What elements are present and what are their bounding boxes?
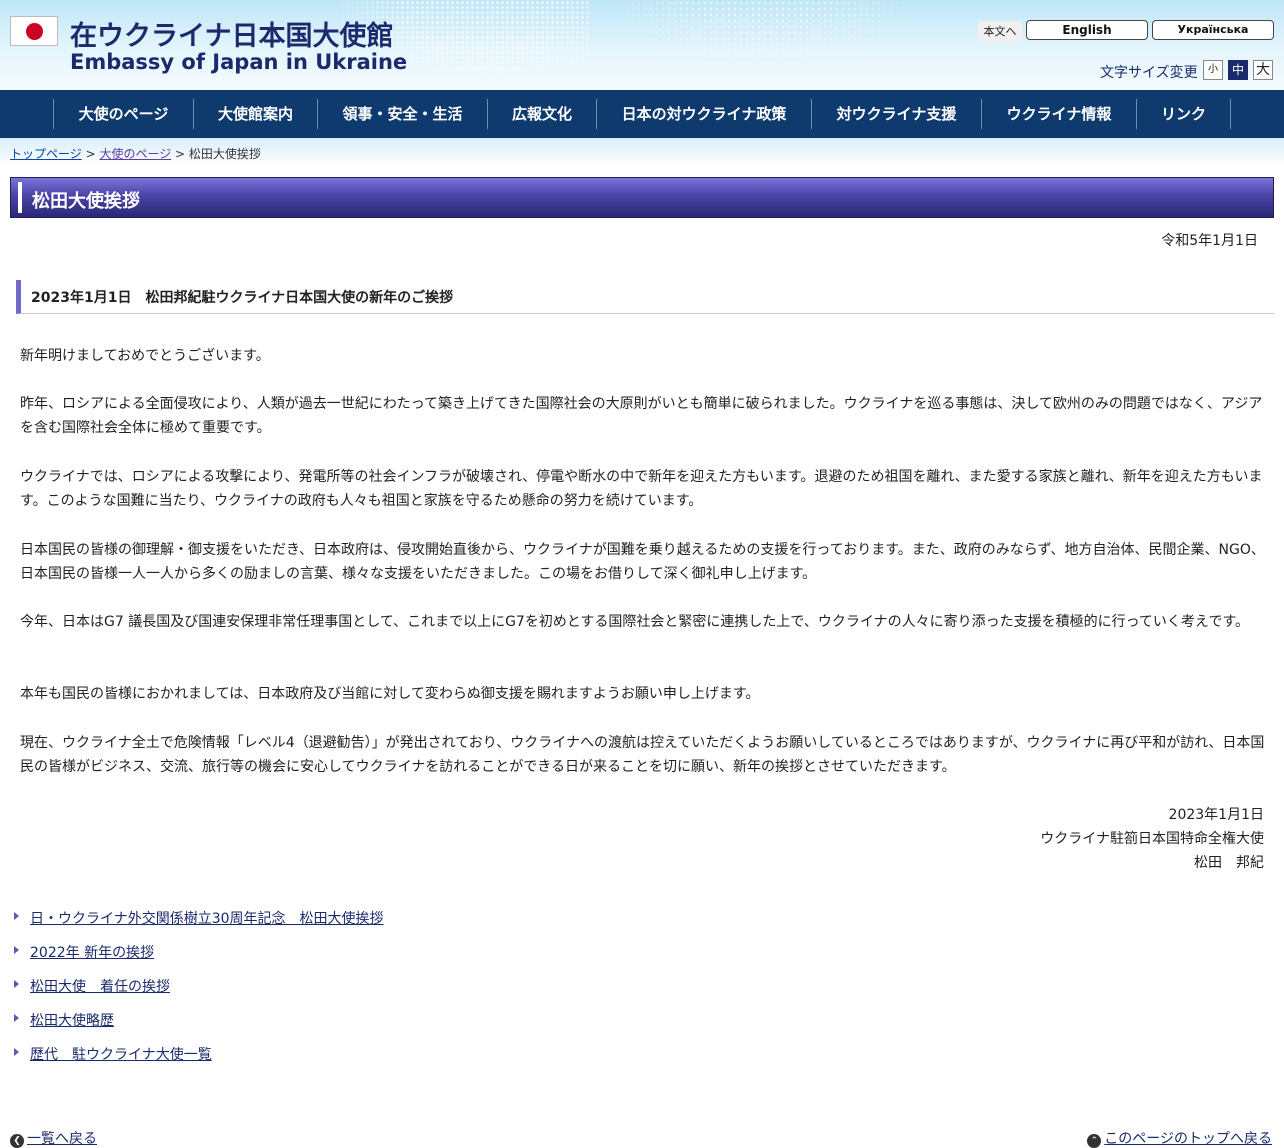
font-size-small-button[interactable]: 小 — [1203, 60, 1223, 80]
breadcrumb-separator: > — [171, 147, 189, 161]
paragraph: 本年も国民の皆様におかれましては、日本政府及び当館に対して変わらぬ御支援を賜れま… — [20, 686, 760, 702]
signature-date: 2023年1月1日 — [1168, 807, 1264, 823]
nav-item-embassy-guide[interactable]: 大使館案内 — [193, 99, 317, 129]
signature-name: 松田 邦紀 — [1194, 855, 1264, 871]
skip-to-content-link[interactable]: 本文へ — [978, 21, 1022, 42]
back-to-list-link[interactable]: 一覧へ戻る — [27, 1131, 97, 1147]
nav-item-culture[interactable]: 広報文化 — [487, 99, 596, 129]
section-heading-container: 2023年1月1日 松田邦紀駐ウクライナ日本国大使の新年のご挨拶 — [16, 280, 1274, 314]
main-navigation: 大使のページ 大使館案内 領事・安全・生活 広報文化 日本の対ウクライナ政策 対… — [0, 90, 1284, 138]
nav-item-ambassador[interactable]: 大使のページ — [53, 99, 193, 129]
breadcrumb: トップページ > 大使のページ > 松田大使挨拶 — [10, 145, 261, 162]
paragraph: 今年、日本はG7 議長国及び国連安保理非常任理事国として、これまで以上にG7を初… — [20, 614, 1250, 630]
site-header: 在ウクライナ日本国大使館 Embassy of Japan in Ukraine… — [0, 0, 1284, 90]
breadcrumb-top-link[interactable]: トップページ — [10, 147, 82, 161]
nav-item-policy[interactable]: 日本の対ウクライナ政策 — [596, 99, 811, 129]
paragraph: 現在、ウクライナ全土で危険情報「レベル4（退避勧告）」が発出されており、ウクライ… — [20, 735, 1265, 775]
page-top-link-container: ⌃ このページのトップへ戻る — [1087, 1128, 1272, 1148]
world-map-decoration-2 — [600, 0, 920, 70]
page-top-link[interactable]: このページのトップへ戻る — [1104, 1131, 1272, 1147]
related-link[interactable]: 2022年 新年の挨拶 — [30, 945, 154, 961]
paragraph: 新年明けましておめでとうございます。 — [20, 348, 270, 364]
chevron-left-circle-icon: ❮ — [10, 1134, 24, 1148]
nav-item-support[interactable]: 対ウクライナ支援 — [811, 99, 981, 129]
bullet-triangle-icon — [14, 1014, 19, 1022]
related-link-item: 日・ウクライナ外交関係樹立30周年記念 松田大使挨拶 — [14, 908, 384, 928]
nav-item-consular[interactable]: 領事・安全・生活 — [317, 99, 487, 129]
related-link-item: 松田大使 着任の挨拶 — [14, 976, 170, 996]
related-link-item: 2022年 新年の挨拶 — [14, 942, 154, 962]
paragraph: 日本国民の皆様の御理解・御支援をいただき、日本政府は、侵攻開始直後から、ウクライ… — [20, 542, 1265, 582]
related-link[interactable]: 松田大使 着任の挨拶 — [30, 979, 170, 995]
bullet-triangle-icon — [14, 946, 19, 954]
related-link[interactable]: 松田大使略歴 — [30, 1013, 114, 1029]
related-link[interactable]: 日・ウクライナ外交関係樹立30周年記念 松田大使挨拶 — [30, 911, 384, 927]
related-link[interactable]: 歴代 駐ウクライナ大使一覧 — [30, 1047, 212, 1063]
back-to-list-link-container: ❮ 一覧へ戻る — [10, 1128, 97, 1148]
font-size-medium-button[interactable]: 中 — [1228, 60, 1248, 80]
chevron-up-circle-icon: ⌃ — [1087, 1134, 1102, 1148]
nav-item-links[interactable]: リンク — [1136, 99, 1230, 129]
site-title-en[interactable]: Embassy of Japan in Ukraine — [70, 50, 407, 74]
section-heading: 2023年1月1日 松田邦紀駐ウクライナ日本国大使の新年のご挨拶 — [31, 290, 454, 306]
bullet-triangle-icon — [14, 1048, 19, 1056]
nav-item-ukraine-info[interactable]: ウクライナ情報 — [981, 99, 1136, 129]
nav-divider — [1230, 99, 1231, 129]
breadcrumb-current: 松田大使挨拶 — [188, 147, 261, 161]
page-title-bar: 松田大使挨拶 — [10, 177, 1274, 218]
bullet-triangle-icon — [14, 912, 19, 920]
breadcrumb-separator: > — [81, 147, 100, 161]
related-link-item: 松田大使略歴 — [14, 1010, 114, 1030]
language-english-button[interactable]: English — [1026, 20, 1148, 40]
title-accent-bar — [18, 182, 22, 213]
font-size-label: 文字サイズ変更 — [1100, 65, 1198, 81]
page-title: 松田大使挨拶 — [32, 191, 140, 212]
font-size-large-button[interactable]: 大 — [1253, 60, 1273, 80]
signature-title: ウクライナ駐箚日本国特命全権大使 — [1040, 831, 1264, 847]
site-title-ja[interactable]: 在ウクライナ日本国大使館 — [70, 14, 393, 53]
related-link-item: 歴代 駐ウクライナ大使一覧 — [14, 1044, 212, 1064]
breadcrumb-ambassador-link[interactable]: 大使のページ — [99, 147, 171, 161]
paragraph: 昨年、ロシアによる全面侵攻により、人類が過去一世紀にわたって築き上げてきた国際社… — [20, 396, 1263, 436]
signature-block: 2023年1月1日 ウクライナ駐箚日本国特命全権大使 松田 邦紀 — [1040, 803, 1264, 875]
publish-date: 令和5年1月1日 — [1161, 233, 1258, 249]
bullet-triangle-icon — [14, 980, 19, 988]
japan-flag-icon — [10, 16, 58, 46]
language-ukrainian-button[interactable]: Українська — [1152, 20, 1274, 40]
paragraph: ウクライナでは、ロシアによる攻撃により、発電所等の社会インフラが破壊され、停電や… — [20, 469, 1263, 509]
